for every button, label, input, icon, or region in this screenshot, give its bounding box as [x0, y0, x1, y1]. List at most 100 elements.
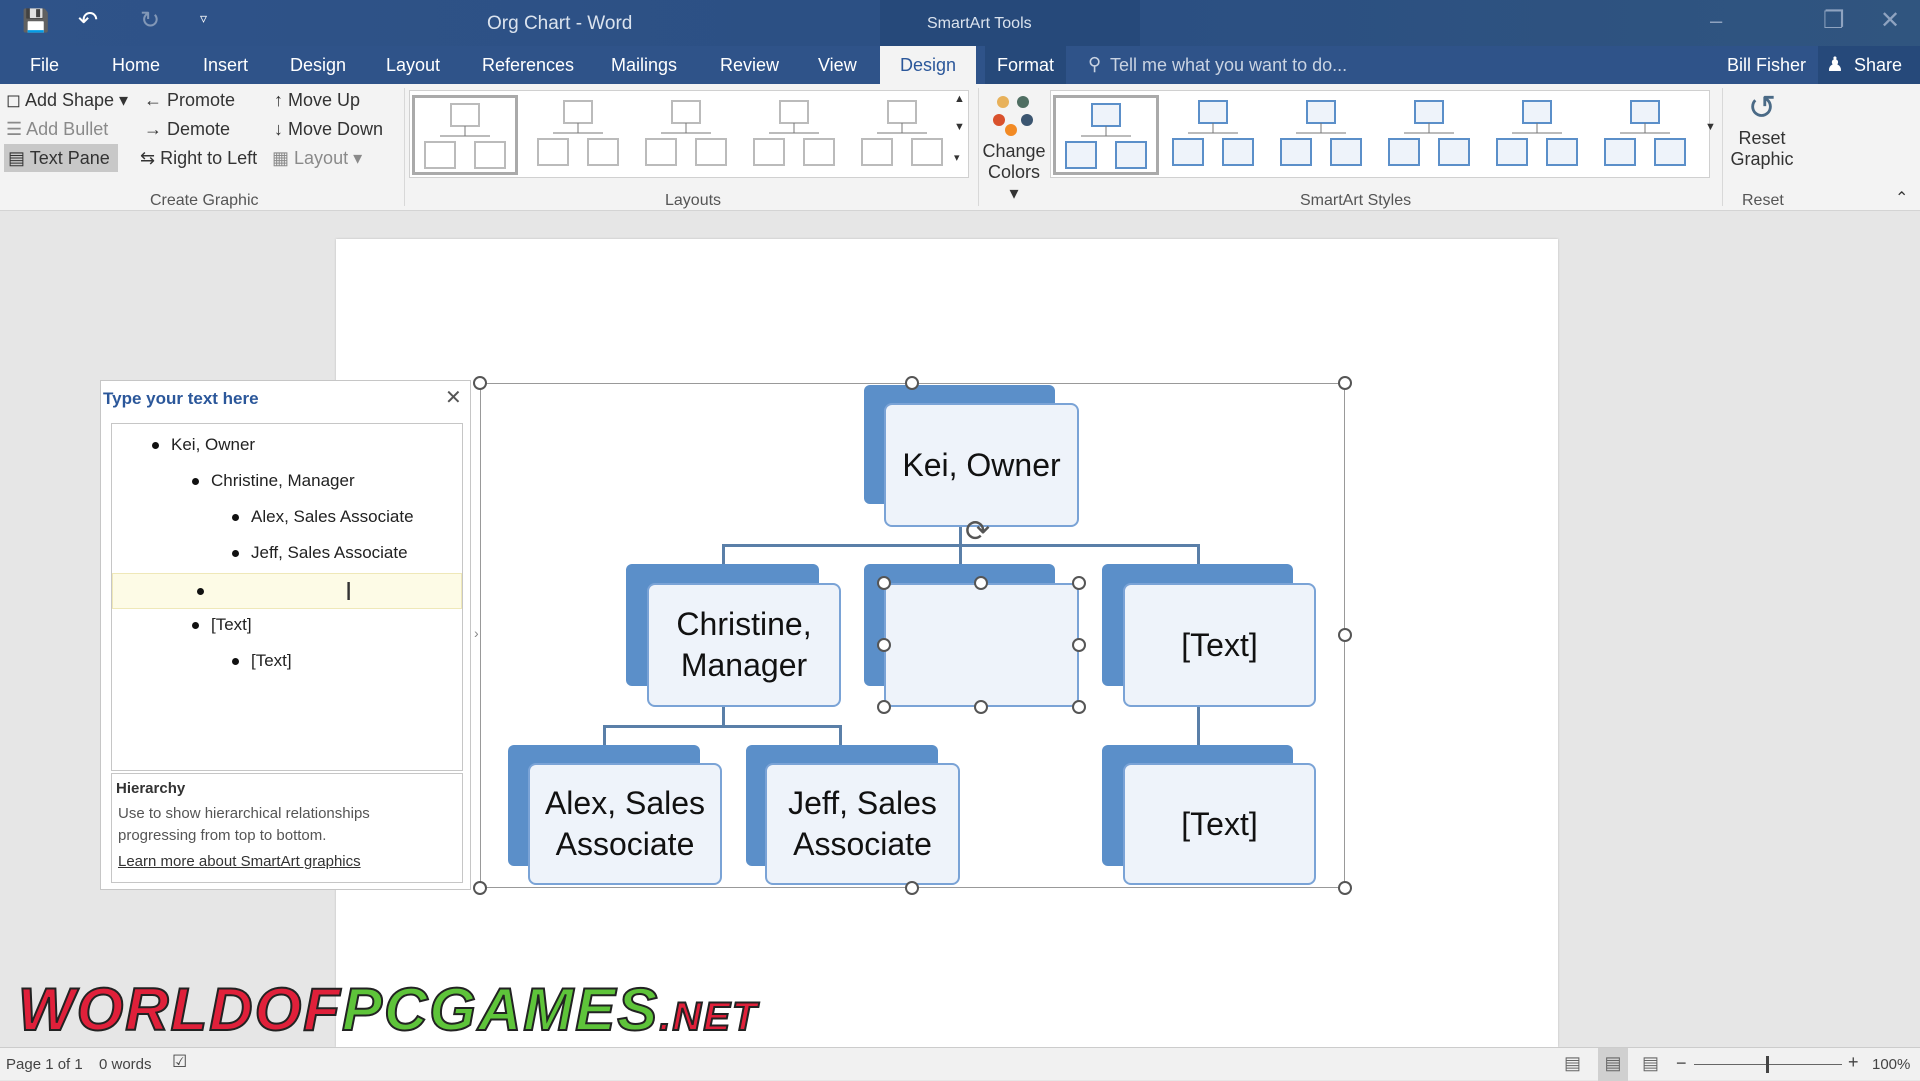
tab-layout[interactable]: Layout	[374, 46, 452, 84]
list-item[interactable]: Jeff, Sales Associate	[232, 538, 408, 568]
zoom-slider-thumb[interactable]	[1766, 1056, 1769, 1073]
close-icon[interactable]: ✕	[1880, 6, 1900, 35]
style-polished[interactable]	[1595, 95, 1695, 175]
layout-labeled-hierarchy[interactable]	[528, 95, 628, 175]
text-pane-list[interactable]: Kei, Owner Christine, Manager Alex, Sale…	[111, 423, 463, 771]
shape-handle[interactable]	[974, 700, 988, 714]
resize-handle[interactable]	[473, 376, 487, 390]
tab-file[interactable]: File	[18, 46, 71, 84]
text-pane-icon: ▤	[8, 148, 26, 168]
print-layout-icon[interactable]: ▤	[1598, 1048, 1628, 1081]
change-colors-button[interactable]: Change Colors ▾	[982, 92, 1046, 203]
smartart-tools-label: SmartArt Tools	[927, 15, 1032, 32]
style-moderate-effect[interactable]	[1379, 95, 1479, 175]
org-node-level3[interactable]: Jeff, Sales Associate	[765, 763, 960, 885]
layout-hierarchy[interactable]	[412, 95, 518, 175]
ribbon: ◻ Add Shape ▾ ☰ Add Bullet ▤ Text Pane ←…	[0, 84, 1920, 211]
zoom-level[interactable]: 100%	[1872, 1056, 1910, 1073]
right-to-left-button[interactable]: ⇆ Right to Left	[140, 144, 257, 172]
tab-review[interactable]: Review	[708, 46, 791, 84]
tab-format[interactable]: Format	[985, 46, 1067, 84]
tell-me-input[interactable]: Tell me what you want to do...	[1110, 55, 1347, 76]
save-icon[interactable]: 💾	[22, 8, 49, 34]
org-node-top[interactable]: Kei, Owner	[884, 403, 1079, 527]
web-layout-icon[interactable]: ▤	[1642, 1053, 1659, 1074]
add-shape-icon: ◻	[6, 90, 21, 110]
redo-icon[interactable]: ↻	[140, 6, 160, 35]
layout-table-hierarchy[interactable]	[636, 95, 736, 175]
resize-handle[interactable]	[473, 881, 487, 895]
tab-design[interactable]: Design	[278, 46, 358, 84]
resize-handle[interactable]	[1338, 376, 1352, 390]
page-count[interactable]: Page 1 of 1	[6, 1056, 83, 1073]
org-node-level2[interactable]: Christine, Manager	[647, 583, 841, 707]
shape-handle[interactable]	[1072, 638, 1086, 652]
scroll-down-icon[interactable]: ▼	[954, 121, 965, 133]
org-node-level2[interactable]: [Text]	[1123, 583, 1316, 707]
style-subtle-effect[interactable]	[1271, 95, 1371, 175]
org-node-level2-selected[interactable]	[884, 583, 1079, 707]
tab-view[interactable]: View	[806, 46, 869, 84]
layouts-gallery: ▲ ▼ ▾	[409, 90, 969, 178]
shape-handle[interactable]	[877, 638, 891, 652]
tab-mailings[interactable]: Mailings	[599, 46, 689, 84]
scroll-up-icon[interactable]: ▲	[954, 93, 965, 105]
restore-icon[interactable]: ❐	[1823, 6, 1845, 35]
shape-handle[interactable]	[974, 576, 988, 590]
resize-handle[interactable]	[905, 881, 919, 895]
add-shape-button[interactable]: ◻ Add Shape ▾	[6, 86, 128, 114]
zoom-out-icon[interactable]: −	[1676, 1053, 1687, 1074]
group-label-layouts: Layouts	[665, 192, 722, 209]
shape-handle[interactable]	[1072, 576, 1086, 590]
tab-insert[interactable]: Insert	[191, 46, 260, 84]
style-intense-effect[interactable]	[1487, 95, 1587, 175]
collapse-ribbon-icon[interactable]: ⌃	[1895, 188, 1908, 208]
style-simple-fill[interactable]	[1053, 95, 1159, 175]
shape-handle[interactable]	[1072, 700, 1086, 714]
demote-button[interactable]: → Demote	[144, 115, 230, 143]
resize-handle[interactable]	[1338, 628, 1352, 642]
minimize-icon[interactable]: –	[1710, 8, 1722, 34]
text-pane-button[interactable]: ▤ Text Pane	[4, 144, 118, 172]
shape-handle[interactable]	[877, 700, 891, 714]
text-pane-toggle-icon[interactable]: ›	[474, 625, 479, 641]
layout-architecture[interactable]	[852, 95, 952, 175]
promote-button[interactable]: ← Promote	[144, 86, 235, 114]
list-item[interactable]: [Text]	[192, 610, 252, 640]
tab-references[interactable]: References	[470, 46, 586, 84]
move-down-button[interactable]: ↓ Move Down	[274, 115, 383, 143]
styles-scroll-down-icon[interactable]: ▼	[1705, 121, 1716, 133]
layout-horizontal-hierarchy[interactable]	[744, 95, 844, 175]
user-name[interactable]: Bill Fisher	[1727, 55, 1806, 76]
read-mode-icon[interactable]: ▤	[1564, 1053, 1581, 1074]
resize-handle[interactable]	[1338, 881, 1352, 895]
list-item[interactable]: Kei, Owner	[152, 430, 255, 460]
style-white-outline[interactable]	[1163, 95, 1263, 175]
rotate-handle-icon[interactable]: ⟳	[965, 514, 990, 549]
share-button[interactable]: ♟ Share	[1818, 46, 1920, 84]
move-up-button[interactable]: ↑ Move Up	[274, 86, 360, 114]
undo-icon[interactable]: ↶	[78, 6, 98, 35]
word-count[interactable]: 0 words	[99, 1056, 152, 1073]
resize-handle[interactable]	[905, 376, 919, 390]
org-node-level3[interactable]: Alex, Sales Associate	[528, 763, 722, 885]
gallery-more-icon[interactable]: ▾	[954, 151, 960, 164]
list-item[interactable]: Alex, Sales Associate	[232, 502, 414, 532]
learn-more-link[interactable]: Learn more about SmartArt graphics	[116, 853, 458, 870]
zoom-in-icon[interactable]: +	[1848, 1052, 1859, 1073]
proofing-icon[interactable]: ☑	[172, 1052, 187, 1072]
list-item-active[interactable]: I	[112, 573, 462, 609]
layout-info: Hierarchy Use to show hierarchical relat…	[111, 773, 463, 883]
list-item[interactable]: [Text]	[232, 646, 292, 676]
tab-smartart-design[interactable]: Design	[880, 46, 976, 84]
close-icon[interactable]: ✕	[445, 385, 462, 410]
org-node-level3[interactable]: [Text]	[1123, 763, 1316, 885]
shape-handle[interactable]	[877, 576, 891, 590]
add-bullet-button[interactable]: ☰ Add Bullet	[6, 115, 108, 143]
tab-home[interactable]: Home	[100, 46, 172, 84]
reset-graphic-button[interactable]: ↺ Reset Graphic	[1726, 88, 1798, 170]
layout-button[interactable]: ▦ Layout ▾	[272, 144, 362, 172]
group-label-smartart-styles: SmartArt Styles	[1300, 192, 1412, 209]
customize-toolbar-icon[interactable]: ▿	[200, 10, 207, 27]
list-item[interactable]: Christine, Manager	[192, 466, 355, 496]
